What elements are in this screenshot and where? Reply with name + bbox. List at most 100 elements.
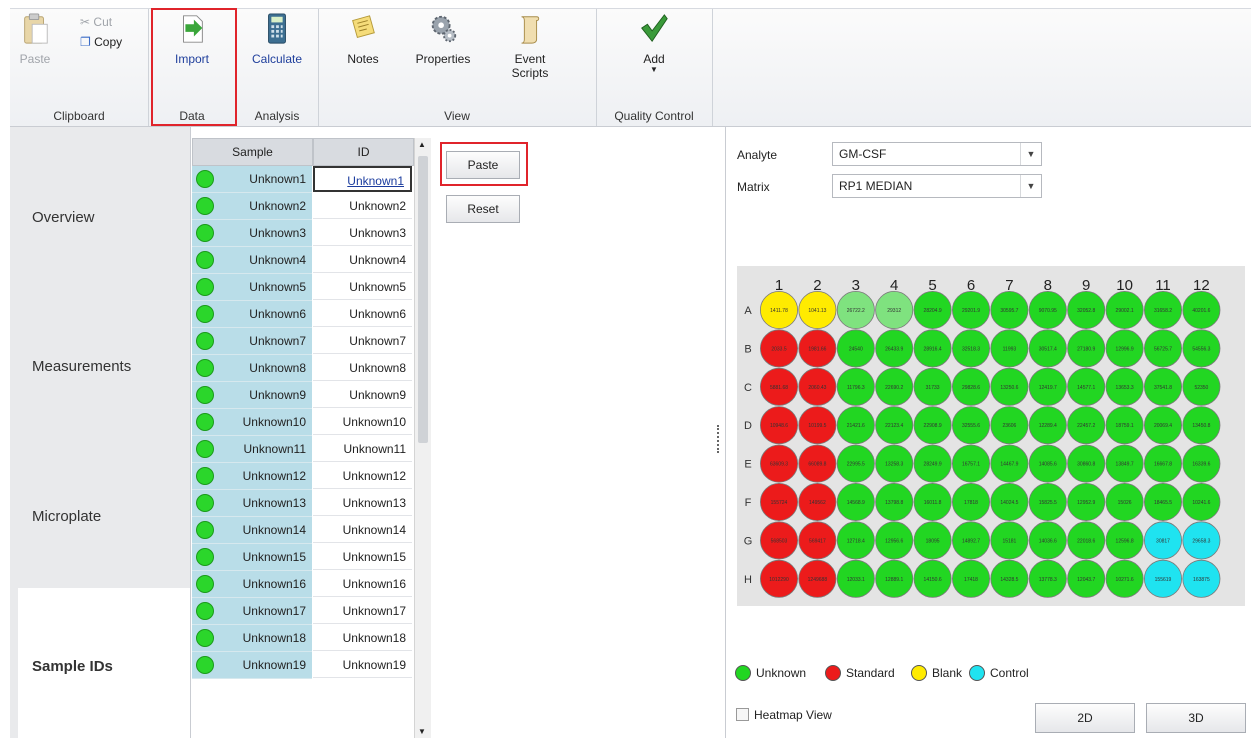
sample-cell[interactable]: Unknown12: [192, 463, 312, 490]
id-cell[interactable]: Unknown6: [313, 301, 412, 327]
sample-cell[interactable]: Unknown10: [192, 409, 312, 436]
sample-cell[interactable]: Unknown13: [192, 490, 312, 517]
sample-cell[interactable]: Unknown4: [192, 247, 312, 274]
well-value: 29002.1: [1116, 308, 1134, 314]
table-row[interactable]: Unknown7 Unknown7: [192, 328, 414, 355]
id-cell[interactable]: Unknown9: [313, 382, 412, 408]
import-highlight-box: [151, 8, 237, 126]
id-cell[interactable]: Unknown12: [313, 463, 412, 489]
well-value: 15825.5: [1039, 500, 1057, 506]
status-dot-icon: [196, 251, 214, 269]
id-cell[interactable]: Unknown7: [313, 328, 412, 354]
reset-button[interactable]: Reset: [446, 195, 520, 223]
matrix-dropdown[interactable]: RP1 MEDIAN ▼: [832, 174, 1042, 198]
table-row[interactable]: Unknown6 Unknown6: [192, 301, 414, 328]
well-value: 17818: [964, 500, 978, 506]
id-cell[interactable]: Unknown16: [313, 571, 412, 597]
id-cell[interactable]: Unknown2: [313, 193, 412, 219]
column-header-id[interactable]: ID: [313, 138, 414, 166]
id-cell[interactable]: Unknown19: [313, 652, 412, 678]
add-qc-button[interactable]: Add ▼: [626, 13, 682, 74]
sample-cell[interactable]: Unknown6: [192, 301, 312, 328]
scroll-up-arrow-icon[interactable]: ▲: [418, 140, 426, 149]
table-row[interactable]: Unknown1 Unknown1: [192, 166, 414, 193]
table-row[interactable]: Unknown3 Unknown3: [192, 220, 414, 247]
id-cell[interactable]: Unknown3: [313, 220, 412, 246]
paste-ribbon-button[interactable]: Paste: [12, 13, 58, 66]
table-row[interactable]: Unknown9 Unknown9: [192, 382, 414, 409]
id-cell[interactable]: Unknown11: [313, 436, 412, 462]
id-cell[interactable]: Unknown18: [313, 625, 412, 651]
nav-item-measurements[interactable]: Measurements: [10, 282, 190, 432]
table-row[interactable]: Unknown14 Unknown14: [192, 517, 414, 544]
properties-button[interactable]: Properties: [408, 13, 478, 66]
table-row[interactable]: Unknown8 Unknown8: [192, 355, 414, 382]
nav-item-overview[interactable]: Overview: [10, 127, 190, 282]
event-scripts-button[interactable]: Event Scripts: [500, 13, 560, 80]
sample-cell[interactable]: Unknown2: [192, 193, 312, 220]
calculate-button[interactable]: Calculate: [246, 13, 308, 66]
sample-name: Unknown14: [242, 523, 306, 537]
sample-name: Unknown3: [249, 226, 306, 240]
table-row[interactable]: Unknown2 Unknown2: [192, 193, 414, 220]
id-cell[interactable]: Unknown8: [313, 355, 412, 381]
id-cell[interactable]: Unknown5: [313, 274, 412, 300]
sample-cell[interactable]: Unknown5: [192, 274, 312, 301]
nav-item-sample-ids[interactable]: Sample IDs: [18, 588, 190, 738]
column-header-sample[interactable]: Sample: [192, 138, 313, 166]
table-row[interactable]: Unknown16 Unknown16: [192, 571, 414, 598]
notes-button[interactable]: Notes: [338, 13, 388, 66]
view-2d-button[interactable]: 2D: [1035, 703, 1135, 733]
copy-button[interactable]: ❐ Copy: [80, 35, 122, 49]
sample-cell[interactable]: Unknown1: [192, 166, 312, 193]
grid-scrollbar[interactable]: ▲ ▼: [414, 138, 431, 738]
sample-cell[interactable]: Unknown8: [192, 355, 312, 382]
analyte-dropdown[interactable]: GM-CSF ▼: [832, 142, 1042, 166]
table-row[interactable]: Unknown15 Unknown15: [192, 544, 414, 571]
well-value: 18465.5: [1154, 500, 1172, 506]
table-row[interactable]: Unknown11 Unknown11: [192, 436, 414, 463]
notes-label: Notes: [347, 52, 379, 66]
sample-cell[interactable]: Unknown11: [192, 436, 312, 463]
table-row[interactable]: Unknown4 Unknown4: [192, 247, 414, 274]
table-row[interactable]: Unknown10 Unknown10: [192, 409, 414, 436]
table-row[interactable]: Unknown5 Unknown5: [192, 274, 414, 301]
sample-id-grid: Sample ID Unknown1 Unknown1 Unknown2 Unknow…: [192, 138, 430, 738]
table-row[interactable]: Unknown12 Unknown12: [192, 463, 414, 490]
sample-cell[interactable]: Unknown7: [192, 328, 312, 355]
sample-cell[interactable]: Unknown3: [192, 220, 312, 247]
id-cell[interactable]: Unknown17: [313, 598, 412, 624]
table-row[interactable]: Unknown18 Unknown18: [192, 625, 414, 652]
sample-cell[interactable]: Unknown16: [192, 571, 312, 598]
id-cell[interactable]: Unknown10: [313, 409, 412, 435]
sample-cell[interactable]: Unknown9: [192, 382, 312, 409]
id-cell[interactable]: Unknown15: [313, 544, 412, 570]
cut-button[interactable]: ✂ Cut: [80, 15, 112, 29]
chevron-down-icon: ▼: [1020, 175, 1041, 197]
id-cell[interactable]: Unknown13: [313, 490, 412, 516]
nav-item-microplate[interactable]: Microplate: [10, 432, 190, 587]
well-value: 155619: [1155, 577, 1172, 583]
scrollbar-thumb[interactable]: [418, 156, 428, 443]
well-value: 15026: [1118, 500, 1132, 506]
table-row[interactable]: Unknown19 Unknown19: [192, 652, 414, 679]
sample-cell[interactable]: Unknown17: [192, 598, 312, 625]
sample-cell[interactable]: Unknown18: [192, 625, 312, 652]
sample-cell[interactable]: Unknown19: [192, 652, 312, 679]
nav-item-label: Overview: [32, 209, 95, 226]
id-cell[interactable]: Unknown4: [313, 247, 412, 273]
panel-splitter[interactable]: [712, 127, 724, 738]
scroll-down-arrow-icon[interactable]: ▼: [418, 727, 426, 736]
copy-label: Copy: [94, 35, 123, 49]
well-value: 28249.9: [924, 462, 942, 468]
id-cell[interactable]: Unknown14: [313, 517, 412, 543]
status-dot-icon: [196, 494, 214, 512]
sample-cell[interactable]: Unknown15: [192, 544, 312, 571]
id-cell-editing[interactable]: Unknown1: [313, 166, 412, 192]
view-3d-button[interactable]: 3D: [1146, 703, 1246, 733]
sample-cell[interactable]: Unknown14: [192, 517, 312, 544]
notes-icon: [352, 15, 375, 39]
table-row[interactable]: Unknown13 Unknown13: [192, 490, 414, 517]
heatmap-checkbox[interactable]: [736, 708, 749, 721]
table-row[interactable]: Unknown17 Unknown17: [192, 598, 414, 625]
